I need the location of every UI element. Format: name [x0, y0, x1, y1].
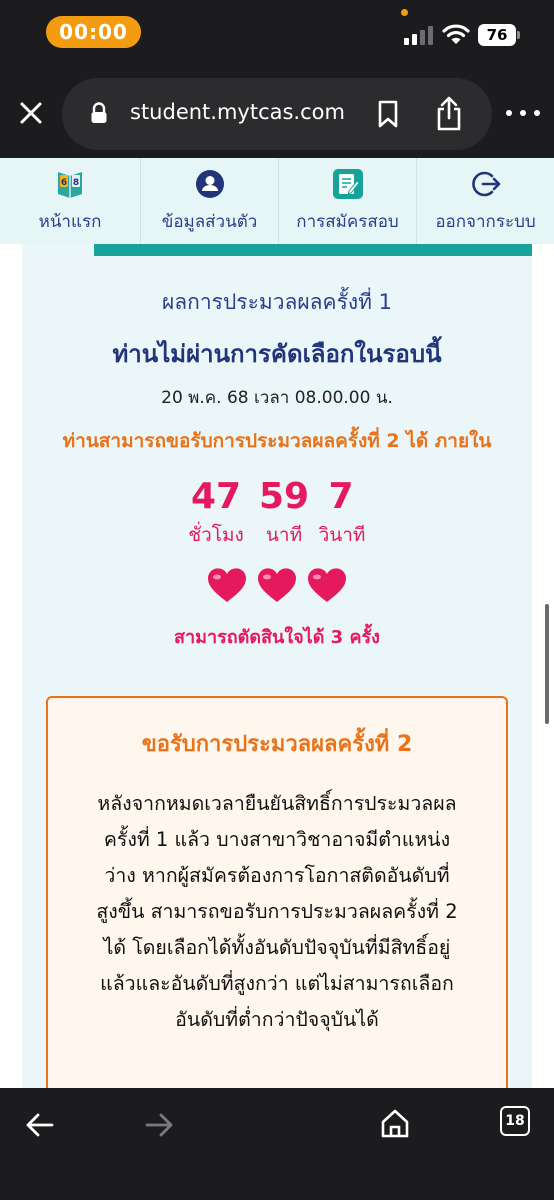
battery-level: 76: [478, 24, 520, 46]
decision-hearts: [206, 566, 348, 606]
countdown-seconds: 7: [328, 476, 354, 517]
nav-item-application[interactable]: การสมัครสอบ: [278, 158, 416, 244]
result-title: ผลการประมวลผลครั้งที่ 1: [162, 290, 392, 314]
second-round-notice: ท่านสามารถขอรับการประมวลผลครั้งที่ 2 ได้…: [62, 430, 492, 452]
nav-item-profile[interactable]: ข้อมูลส่วนตัว: [140, 158, 278, 244]
info-box-text: หลังจากหมดเวลายืนยันสิทธิ์การประมวลผลครั…: [66, 786, 488, 1038]
second-round-info-box: ขอรับการประมวลผลครั้งที่ 2 หลังจากหมดเวล…: [46, 696, 508, 1088]
close-button[interactable]: [14, 96, 48, 130]
browser-toolbar: 18: [0, 1088, 554, 1200]
info-box-line: แล้วและอันดับที่สูงกว่า แต่ไม่สามารถเลือ…: [100, 972, 454, 995]
countdown-timer: 47 ชั่วโมง 59 นาที 7 วินาที: [180, 476, 380, 556]
status-bar: 00:00 76: [0, 0, 554, 70]
nav-item-logout[interactable]: ออกจากระบบ: [416, 158, 554, 244]
back-arrow-icon[interactable]: [26, 1112, 54, 1138]
nav-label-application: การสมัครสอบ: [296, 211, 399, 232]
mic-indicator-dot: [401, 9, 408, 16]
countdown-minutes: 59: [258, 476, 310, 517]
wifi-icon: [442, 24, 470, 44]
decisions-remaining: สามารถตัดสินใจได้ 3 ครั้ง: [174, 627, 380, 648]
top-navigation: 6 8 หน้าแรก ข้อมูลส่วนตัว การสมัครสอบ ออ…: [0, 158, 554, 244]
heart-icon: [258, 568, 296, 602]
cellular-signal-icon: [404, 25, 434, 45]
info-box-title: ขอรับการประมวลผลครั้งที่ 2: [141, 732, 413, 757]
tab-count-button[interactable]: 18: [500, 1106, 530, 1136]
countdown-hours: 47: [190, 476, 242, 517]
progress-strip: [94, 244, 532, 256]
user-icon: [195, 169, 224, 198]
result-status: ท่านไม่ผ่านการคัดเลือกในรอบนี้: [112, 340, 442, 368]
countdown-seconds-label: วินาที: [318, 524, 366, 546]
scrollbar[interactable]: [545, 604, 549, 724]
clock-time: 00:00: [46, 16, 141, 48]
browser-address-bar: student.mytcas.com: [0, 70, 554, 158]
info-box-line: สูงขึ้น สามารถขอรับการประมวลผลครั้งที่ 2: [96, 900, 458, 923]
logout-icon: [471, 171, 500, 196]
info-box-line: อันดับที่ต่ำกว่าปัจจุบันได้: [175, 1008, 379, 1031]
nav-label-profile: ข้อมูลส่วนตัว: [161, 211, 258, 232]
url-text: student.mytcas.com: [130, 100, 345, 124]
nav-label-home: หน้าแรก: [38, 211, 102, 232]
share-icon[interactable]: [434, 96, 464, 132]
url-field[interactable]: student.mytcas.com: [62, 78, 492, 150]
info-box-line: ครั้งที่ 1 แล้ว บางสาขาวิชาอาจมีตำแหน่ง: [103, 828, 451, 851]
close-icon: [20, 102, 42, 124]
home-icon[interactable]: [380, 1108, 410, 1138]
result-date: 20 พ.ค. 68 เวลา 08.00.00 น.: [161, 388, 393, 408]
info-box-line: ว่าง หากผู้สมัครต้องการโอกาสติดอันดับที่: [104, 864, 450, 887]
lock-icon: [91, 102, 107, 123]
countdown-hours-label: ชั่วโมง: [188, 524, 244, 546]
heart-icon: [208, 568, 246, 602]
web-page: 6 8 หน้าแรก ข้อมูลส่วนตัว การสมัครสอบ ออ…: [0, 158, 554, 1088]
logo-digit-6: 6: [61, 178, 67, 188]
info-box-line: ได้ โดยเลือกได้ทั้งอันดับปัจจุบันที่มีสิ…: [103, 936, 451, 959]
countdown-minutes-label: นาที: [265, 524, 303, 546]
nav-label-logout: ออกจากระบบ: [435, 211, 536, 232]
more-options-icon[interactable]: [506, 106, 540, 120]
nav-item-home[interactable]: 6 8 หน้าแรก: [0, 158, 140, 244]
edit-form-icon: [332, 168, 363, 199]
tcas68-logo-icon: 6 8: [58, 171, 82, 198]
info-box-line: หลังจากหมดเวลายืนยันสิทธิ์การประมวลผล: [97, 792, 457, 815]
forward-arrow-icon[interactable]: [145, 1112, 173, 1138]
logo-digit-8: 8: [73, 178, 79, 188]
heart-icon: [308, 568, 346, 602]
bookmark-icon[interactable]: [376, 100, 400, 128]
